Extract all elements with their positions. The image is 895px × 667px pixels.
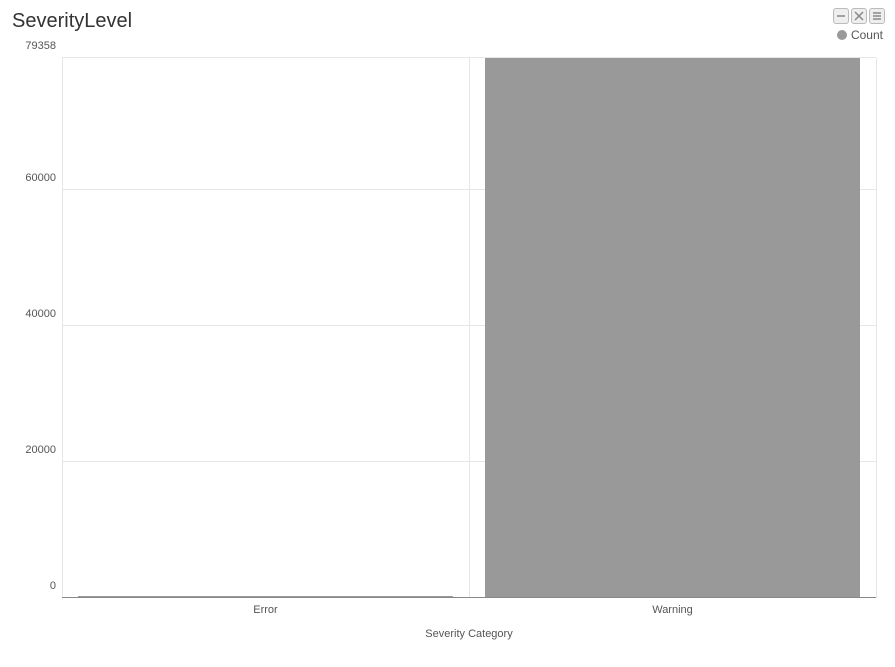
x-axis-label: Severity Category <box>425 628 512 640</box>
chart-title: SeverityLevel <box>12 10 132 33</box>
menu-button[interactable] <box>869 8 885 24</box>
bar-warning <box>485 58 859 598</box>
x-axis-line <box>62 597 876 598</box>
y-tick-label: 40000 <box>25 308 56 320</box>
chart-toolbar <box>833 8 885 24</box>
y-tick-label: 79358 <box>25 40 56 52</box>
legend-marker-icon <box>837 30 847 40</box>
legend: Count <box>837 28 883 42</box>
x-tick-label: Warning <box>652 604 693 616</box>
expand-button[interactable] <box>851 8 867 24</box>
legend-label: Count <box>851 28 883 42</box>
y-tick-label: 20000 <box>25 444 56 456</box>
y-tick-label: 60000 <box>25 172 56 184</box>
plot-area: 0 20000 40000 60000 79358 Error Warning … <box>62 58 877 598</box>
y-tick-label: 0 <box>50 580 56 592</box>
x-tick-label: Error <box>253 604 277 616</box>
collapse-button[interactable] <box>833 8 849 24</box>
